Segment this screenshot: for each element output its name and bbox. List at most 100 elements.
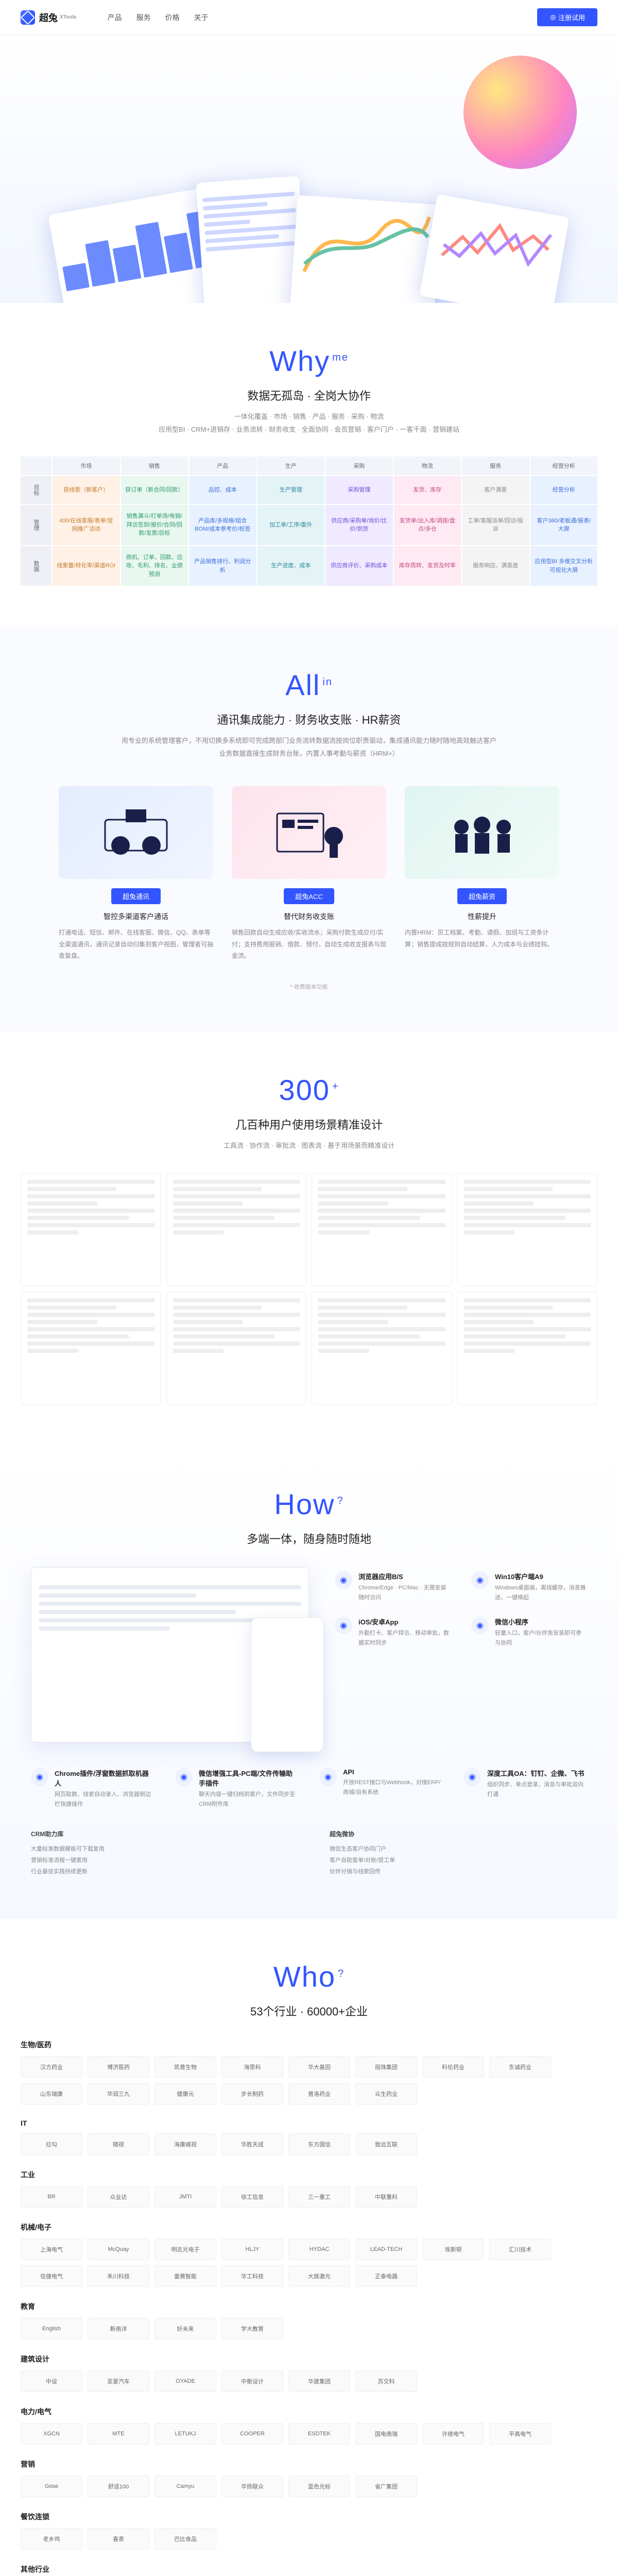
who-logo: 海康威视	[154, 2133, 216, 2155]
allin-illustration	[405, 786, 559, 879]
signup-cta[interactable]: ⊕ 注册试用	[537, 8, 597, 26]
allin-heading: Allin	[21, 668, 597, 702]
scenes-sub: 几百种用户使用场景精准设计	[21, 1116, 597, 1132]
feature-desc: 网页取数、线索自动录入、浏览器侧边栏快捷操作	[55, 1790, 154, 1809]
who-logo: 明志光电子	[154, 2239, 216, 2260]
feature-icon: ◉	[464, 1768, 481, 1786]
how-feature: ◉ API 开放REST接口与Webhook，对接ERP/商城/自有系统	[319, 1768, 443, 1809]
who-category: 教育	[21, 2301, 597, 2312]
who-logo: 老乡鸡	[21, 2528, 82, 2550]
nav-about[interactable]: 关于	[194, 12, 209, 23]
how-feature: ◉ 浏览器应用B/S Chrome/Edge · PC/Mac · 无需安装随时…	[335, 1571, 451, 1602]
scenes-desc: 工具流 · 协作流 · 审批流 · 图表流 · 基于用场景而精准设计	[21, 1140, 597, 1153]
allin-badge: 超兔通讯	[111, 888, 161, 904]
who-logo: 华建集团	[288, 2370, 350, 2392]
why-cell: 供应商评价、采购成本	[325, 546, 393, 586]
hero-devices	[57, 169, 561, 303]
why-cell: 工单/客服派单/回访/投诉	[462, 505, 529, 545]
feature-icon: ◉	[335, 1571, 352, 1589]
scene-tile	[21, 1173, 161, 1286]
allin-card-title: 智控多渠道客户通话	[59, 911, 213, 922]
how-feature: ◉ 微信小程序 轻量入口，客户/伙伴免安装即可参与协同	[471, 1617, 587, 1648]
allin-badge: 超兔ACC	[284, 888, 334, 904]
why-col-head: 物流	[394, 456, 461, 475]
why-table: 市场销售产品生产采购物流服务经营分析目标获线索（新客户）获订单（新合同/回款）品…	[21, 456, 597, 586]
who-logo: 华润三九	[88, 2083, 149, 2105]
how-heading: How?	[21, 1487, 597, 1521]
who-category: 生物/医药	[21, 2040, 597, 2050]
feature-desc: 外勤打卡、客户拜访、移动审批，数据实时同步	[358, 1629, 451, 1648]
why-desc: 一体化覆盖 · 市场 · 销售 · 产品 · 服务 · 采购 · 物流应用型BI…	[21, 411, 597, 436]
who-logo: 好未来	[154, 2318, 216, 2340]
allin-sub: 通讯集成能力 · 财务收支账 · HR薪资	[21, 711, 597, 727]
who-category: 工业	[21, 2170, 597, 2180]
nav-product[interactable]: 产品	[108, 12, 122, 23]
why-cell: 销售漏斗/打单场/电销/拜访签到/报价/合同/回款/发票/目标	[121, 505, 188, 545]
scene-tile	[166, 1173, 307, 1286]
who-logo: JMTI	[154, 2186, 216, 2208]
who-logo: 大族激光	[288, 2265, 350, 2287]
why-col-head: 生产	[258, 456, 325, 475]
who-logo: LETUKJ	[154, 2423, 216, 2445]
why-col-head: 市场	[53, 456, 120, 475]
feature-title: 浏览器应用B/S	[358, 1571, 451, 1581]
why-cell: 获订单（新合同/回款）	[121, 476, 188, 504]
feature-desc: 组织同步、单点登录、消息与审批双向打通	[487, 1780, 587, 1799]
who-logo: 东方国信	[288, 2133, 350, 2155]
who-category: 餐饮连锁	[21, 2512, 597, 2522]
why-sub: 数据无孤岛 · 全岗大协作	[21, 387, 597, 403]
why-cell: 客户满意	[462, 476, 529, 504]
how-feature: ◉ iOS/安卓App 外勤打卡、客户拜访、移动审批，数据实时同步	[335, 1617, 451, 1648]
who-logo: 博济医药	[88, 2056, 149, 2078]
scene-tile	[457, 1173, 598, 1286]
who-heading: Who?	[21, 1960, 597, 1993]
who-logo: 众生药业	[355, 2083, 417, 2105]
hero-gradient-orb	[464, 56, 577, 169]
nav-price[interactable]: 价格	[165, 12, 180, 23]
how-feature: ◉ 微信增强工具-PC端/文件传输助手插件 聊天内容一键归档到客户，文件同步至C…	[175, 1768, 299, 1809]
allin-illustration	[232, 786, 386, 879]
feature-icon: ◉	[175, 1768, 193, 1786]
allin-desc: 用专业的系统管理客户，不用切换多系统即可完成跨部门业务流转数据流按岗位职责驱动，…	[21, 735, 597, 760]
who-logo: 喜茶	[88, 2528, 149, 2550]
who-grid: 生物/医药汉方药业博济医药凯普生物海思科华大基因丽珠集团科伦药业东诚药业山东瑞康…	[21, 2040, 597, 2576]
who-logo: 信捷电气	[21, 2265, 82, 2287]
who-logo: 巴比食品	[154, 2528, 216, 2550]
how-feature: ◉ 深度工具OA：钉钉、企微、飞书 组织同步、单点登录、消息与审批双向打通	[464, 1768, 587, 1809]
who-logo: 东诚药业	[489, 2056, 551, 2078]
feature-desc: Chrome/Edge · PC/Mac · 无需安装随时访问	[358, 1583, 451, 1602]
who-logo: 众业达	[88, 2186, 149, 2208]
who-logo: HLJY	[221, 2239, 283, 2260]
brand-sub: XTools	[60, 14, 77, 20]
why-cell: 加工单/工序/委外	[258, 505, 325, 545]
who-category: IT	[21, 2119, 597, 2127]
why-cell: 生产管理	[258, 476, 325, 504]
who-logo: 华扬联众	[221, 2476, 283, 2497]
feature-icon: ◉	[335, 1617, 352, 1634]
nav-service[interactable]: 服务	[136, 12, 151, 23]
why-section: Whyme 数据无孤岛 · 全岗大协作 一体化覆盖 · 市场 · 销售 · 产品…	[0, 303, 618, 627]
scene-tile	[457, 1292, 598, 1405]
who-logo: 徐工信息	[221, 2186, 283, 2208]
who-logo: 华工科技	[221, 2265, 283, 2287]
feature-title: 微信小程序	[495, 1617, 587, 1626]
who-sub: 53个行业 · 60000+企业	[21, 2003, 597, 2019]
who-logo: 正泰电器	[355, 2265, 417, 2287]
how-extra: CRM助力库 大量标准数据模板可下载复用 营销标准流程一键套用 行业最佳实践持续…	[31, 1829, 587, 1877]
who-logo: 上海电气	[21, 2239, 82, 2260]
who-category: 电力/电气	[21, 2406, 597, 2417]
why-cell: 应用型BI 多维交叉分析 可视化大屏	[530, 546, 598, 586]
who-logo: 拉勾	[21, 2133, 82, 2155]
why-row-label: 管理	[21, 505, 52, 545]
feature-desc: 开放REST接口与Webhook，对接ERP/商城/自有系统	[343, 1778, 443, 1797]
why-col-head: 经营分析	[530, 456, 598, 475]
who-logo: 凯普生物	[154, 2056, 216, 2078]
feature-title: 深度工具OA：钉钉、企微、飞书	[487, 1768, 587, 1778]
brand-logo[interactable]: 超兔 XTools	[21, 10, 77, 25]
who-logo: 步长制药	[221, 2083, 283, 2105]
feature-icon: ◉	[471, 1617, 489, 1634]
allin-card-title: 性薪提升	[405, 911, 559, 922]
who-logo: 禾川科技	[88, 2265, 149, 2287]
who-logo: 雷赛智能	[154, 2265, 216, 2287]
who-logo: LEAD-TECH	[355, 2239, 417, 2260]
